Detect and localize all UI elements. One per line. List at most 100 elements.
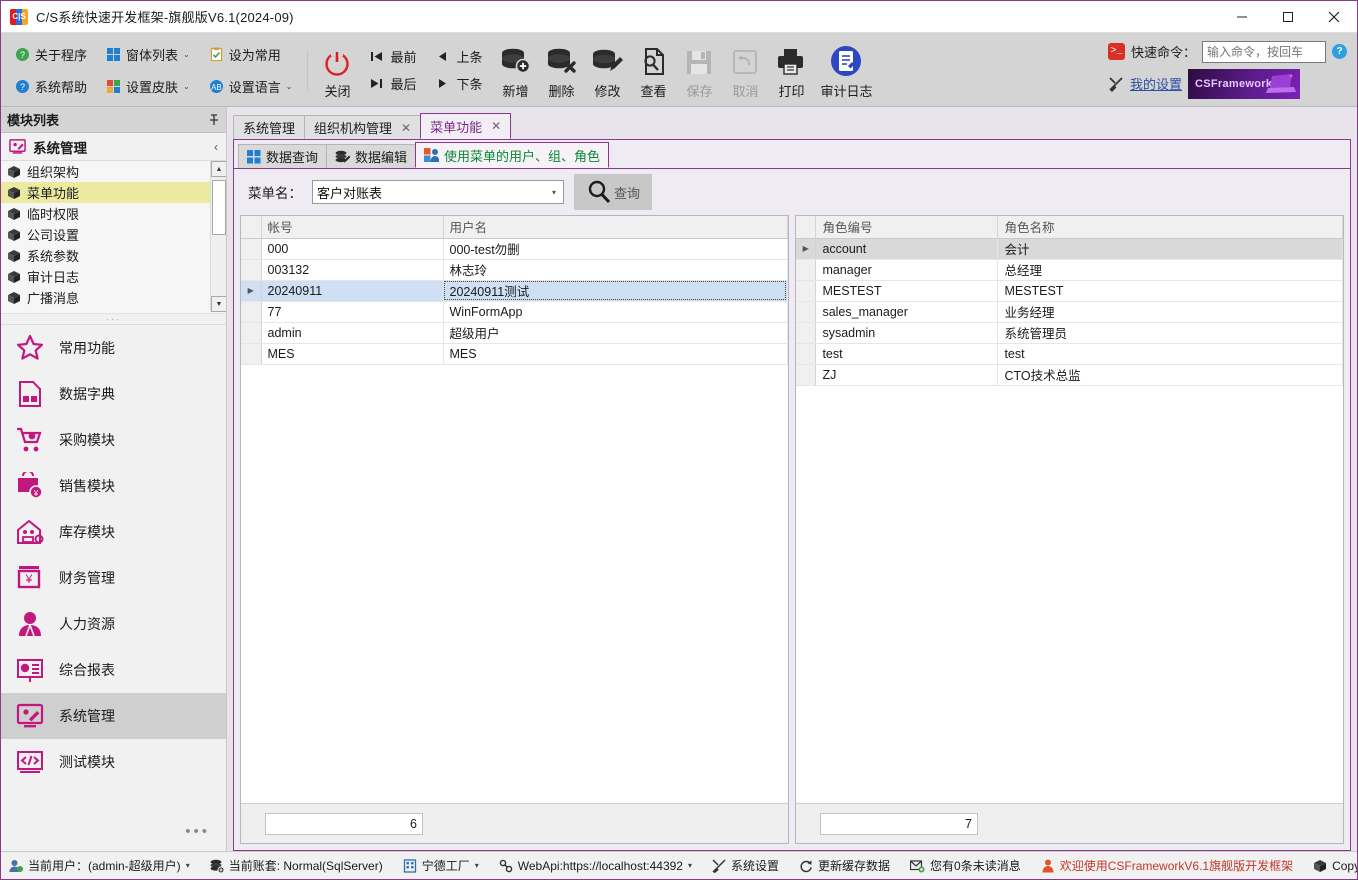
view-record-button[interactable]: 查看 <box>630 35 676 105</box>
status-item-7[interactable]: 欢迎使用CSFrameworkV6.1旗舰版开发框架 <box>1033 852 1301 879</box>
table-row[interactable]: test test <box>795 343 1343 365</box>
system-help-button[interactable]: ? 系统帮助 <box>9 71 92 101</box>
table-cell[interactable]: 003132 <box>261 259 444 281</box>
table-row[interactable]: 77 WinFormApp <box>241 301 788 323</box>
roles-grid[interactable]: 角色编号 角色名称 ▶ account 会计 manager 总经理 MESTEST MEST… <box>795 216 1343 803</box>
edit-record-button[interactable]: 修改 <box>584 35 630 105</box>
table-cell[interactable]: 000 <box>261 238 444 260</box>
document-tab-0[interactable]: 系统管理 <box>233 115 306 139</box>
sub-tab-1[interactable]: 数据编辑 <box>326 144 417 168</box>
close-form-button[interactable]: 关闭 <box>314 35 360 105</box>
sidebar-tree-item-3[interactable]: 公司设置 <box>1 224 210 245</box>
table-cell[interactable]: 20240911测试 <box>443 280 788 302</box>
print-button[interactable]: 打印 <box>768 35 814 105</box>
chevron-down-icon[interactable]: ▾ <box>688 861 692 870</box>
maximize-button[interactable] <box>1265 1 1311 33</box>
table-cell[interactable]: manager <box>815 259 999 281</box>
table-cell[interactable]: 总经理 <box>997 259 1343 281</box>
close-button[interactable] <box>1311 1 1357 33</box>
table-cell[interactable]: MESTEST <box>815 280 999 302</box>
users-grid[interactable]: 帐号 用户名 000 000-test勿删 003132 林志玲 ▶ 20240911 202… <box>241 216 788 803</box>
sub-tab-2[interactable]: 使用菜单的用户、组、角色 <box>415 142 610 168</box>
sidebar-module-system-manage[interactable]: 系统管理 <box>1 693 226 739</box>
chevron-down-icon[interactable]: ⌄ <box>183 50 190 59</box>
table-cell[interactable]: CTO技术总监 <box>997 364 1343 386</box>
sidebar-module-star[interactable]: 常用功能 <box>1 325 226 371</box>
sidebar-module-code[interactable]: 测试模块 <box>1 739 226 785</box>
table-cell[interactable]: admin <box>261 322 444 344</box>
status-item-1[interactable]: 当前账套: Normal(SqlServer) <box>202 852 391 879</box>
audit-log-button[interactable]: 审计日志 <box>814 35 878 105</box>
query-button[interactable]: 查询 <box>574 174 652 210</box>
sidebar-tree-item-1[interactable]: 菜单功能 <box>1 182 210 203</box>
scroll-down-arrow-icon[interactable]: ▼ <box>211 296 226 312</box>
sidebar-tree-resize-grip[interactable]: ··· <box>1 313 226 324</box>
status-item-6[interactable]: 您有0条未读消息 <box>902 852 1029 879</box>
sidebar-tree-scrollbar[interactable]: ▲ ▼ <box>210 161 226 312</box>
delete-record-button[interactable]: 删除 <box>538 35 584 105</box>
about-program-button[interactable]: ? 关于程序 <box>9 39 92 69</box>
table-cell[interactable]: 会计 <box>997 238 1343 260</box>
close-icon[interactable]: ✕ <box>491 119 501 133</box>
save-button[interactable]: 保存 <box>676 35 722 105</box>
table-row[interactable]: sales_manager 业务经理 <box>795 301 1343 323</box>
nav-prev-button[interactable]: 上条 <box>428 45 490 68</box>
my-settings-link[interactable]: 我的设置 <box>1130 74 1182 93</box>
sidebar-tree-item-0[interactable]: 组织架构 <box>1 161 210 182</box>
table-cell[interactable]: MES <box>261 343 444 365</box>
table-row[interactable]: 000 000-test勿删 <box>241 238 788 260</box>
column-header-0[interactable]: 角色编号 <box>815 216 999 239</box>
table-cell[interactable]: 000-test勿删 <box>443 238 788 260</box>
pin-icon[interactable] <box>208 113 220 126</box>
sidebar-tree-item-4[interactable]: 系统参数 <box>1 245 210 266</box>
sidebar-more-options[interactable]: ••• <box>1 811 226 851</box>
chevron-down-icon[interactable]: ▾ <box>552 188 559 197</box>
table-row[interactable]: ▶ account 会计 <box>795 238 1343 260</box>
document-tab-2[interactable]: 菜单功能 ✕ <box>420 113 512 139</box>
status-item-3[interactable]: WebApi:https://localhost:44392 ▾ <box>491 852 700 879</box>
chevron-down-icon[interactable]: ▾ <box>186 861 190 870</box>
quick-command-input[interactable] <box>1202 40 1326 63</box>
table-cell[interactable]: 业务经理 <box>997 301 1343 323</box>
chevron-down-icon[interactable]: ⌄ <box>286 82 293 91</box>
table-row[interactable]: ZJ CTO技术总监 <box>795 364 1343 386</box>
column-header-1[interactable]: 角色名称 <box>997 216 1343 239</box>
scroll-up-arrow-icon[interactable]: ▲ <box>211 161 226 177</box>
window-list-button[interactable]: 窗体列表 ⌄ <box>100 39 195 69</box>
close-icon[interactable]: ✕ <box>401 121 411 135</box>
sidebar-group-header[interactable]: 系统管理 ‹ <box>1 133 226 161</box>
nav-first-button[interactable]: 最前 <box>362 45 424 68</box>
status-item-8[interactable]: Copy <box>1305 852 1357 879</box>
table-row[interactable]: 003132 林志玲 <box>241 259 788 281</box>
table-cell[interactable]: account <box>815 238 999 260</box>
nav-last-button[interactable]: 最后 <box>362 72 424 95</box>
table-cell[interactable]: ZJ <box>815 364 999 386</box>
sidebar-tree-item-6[interactable]: 广播消息 <box>1 287 210 308</box>
document-tab-1[interactable]: 组织机构管理 ✕ <box>304 115 422 139</box>
status-item-5[interactable]: 更新缓存数据 <box>791 852 898 879</box>
table-row[interactable]: manager 总经理 <box>795 259 1343 281</box>
status-item-4[interactable]: 系统设置 <box>704 852 787 879</box>
add-record-button[interactable]: 新增 <box>492 35 538 105</box>
sidebar-tree-item-2[interactable]: 临时权限 <box>1 203 210 224</box>
sidebar-module-person[interactable]: 人力资源 <box>1 601 226 647</box>
menu-name-combobox[interactable]: 客户对账表 ▾ <box>312 180 564 204</box>
table-row[interactable]: admin 超级用户 <box>241 322 788 344</box>
users-count-box[interactable]: 6 <box>265 812 423 835</box>
table-cell[interactable]: MESTEST <box>997 280 1343 302</box>
sidebar-module-dictionary[interactable]: 数据字典 <box>1 371 226 417</box>
scroll-thumb[interactable] <box>212 180 226 235</box>
table-cell[interactable]: sales_manager <box>815 301 999 323</box>
minimize-button[interactable] <box>1219 1 1265 33</box>
table-row[interactable]: sysadmin 系统管理员 <box>795 322 1343 344</box>
status-item-0[interactable]: 当前用户：(admin-超级用户) ▾ <box>1 852 198 879</box>
table-cell[interactable]: test <box>997 343 1343 365</box>
column-header-1[interactable]: 用户名 <box>443 216 788 239</box>
sidebar-module-sales-bag[interactable]: ¥ 销售模块 <box>1 463 226 509</box>
sidebar-module-cart[interactable]: 采购模块 <box>1 417 226 463</box>
table-cell[interactable]: MES <box>443 343 788 365</box>
table-cell[interactable]: 超级用户 <box>443 322 788 344</box>
table-cell[interactable]: test <box>815 343 999 365</box>
cancel-button[interactable]: 取消 <box>722 35 768 105</box>
table-row[interactable]: MESTEST MESTEST <box>795 280 1343 302</box>
